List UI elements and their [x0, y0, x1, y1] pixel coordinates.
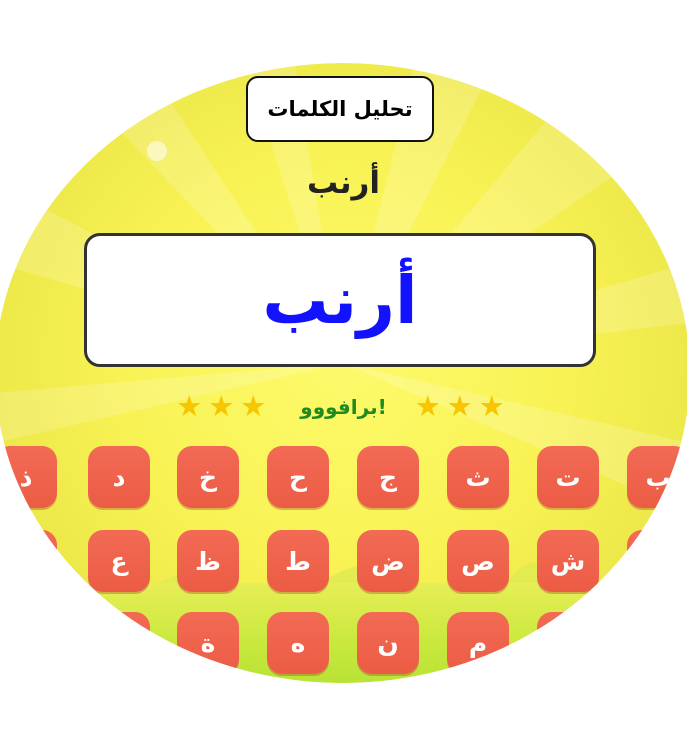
letter-key[interactable] — [627, 530, 687, 592]
letter-key[interactable]: ش — [537, 530, 599, 592]
word-label: أرنب — [307, 165, 380, 201]
page-title-box: تحليل الكلمات — [246, 76, 434, 142]
letter-key[interactable]: ظ — [177, 530, 239, 592]
letter-key[interactable]: ض — [357, 530, 419, 592]
letter-key[interactable]: ح — [267, 446, 329, 508]
answer-text: أرنب — [262, 261, 418, 339]
letter-key[interactable]: ط — [267, 530, 329, 592]
letter-key[interactable]: ذ — [0, 446, 57, 508]
letter-key[interactable] — [537, 612, 599, 674]
letter-key[interactable]: خ — [177, 446, 239, 508]
page-title: تحليل الكلمات — [267, 97, 413, 121]
letter-key[interactable]: م — [447, 612, 509, 674]
stars-left: ★★★ — [176, 389, 273, 423]
letter-key[interactable]: ج — [357, 446, 419, 508]
letter-key[interactable]: ت — [537, 446, 599, 508]
letter-key[interactable]: ب — [627, 446, 687, 508]
letter-key[interactable]: ث — [447, 446, 509, 508]
letter-key[interactable]: ه — [267, 612, 329, 674]
bravo-message: !برافووو — [300, 394, 387, 419]
letter-key[interactable]: ة — [177, 612, 239, 674]
letter-key[interactable] — [0, 530, 57, 592]
answer-display: أرنب — [84, 233, 596, 367]
feedback-row: ★★★ !برافووو ★★★ — [0, 392, 687, 421]
bubble-decoration — [147, 141, 167, 161]
letter-key[interactable]: د — [88, 446, 150, 508]
letter-key[interactable]: ص — [447, 530, 509, 592]
letter-key[interactable]: ع — [88, 530, 150, 592]
stars-right: ★★★ — [414, 389, 511, 423]
letter-key[interactable] — [88, 612, 150, 674]
letter-key[interactable]: ن — [357, 612, 419, 674]
